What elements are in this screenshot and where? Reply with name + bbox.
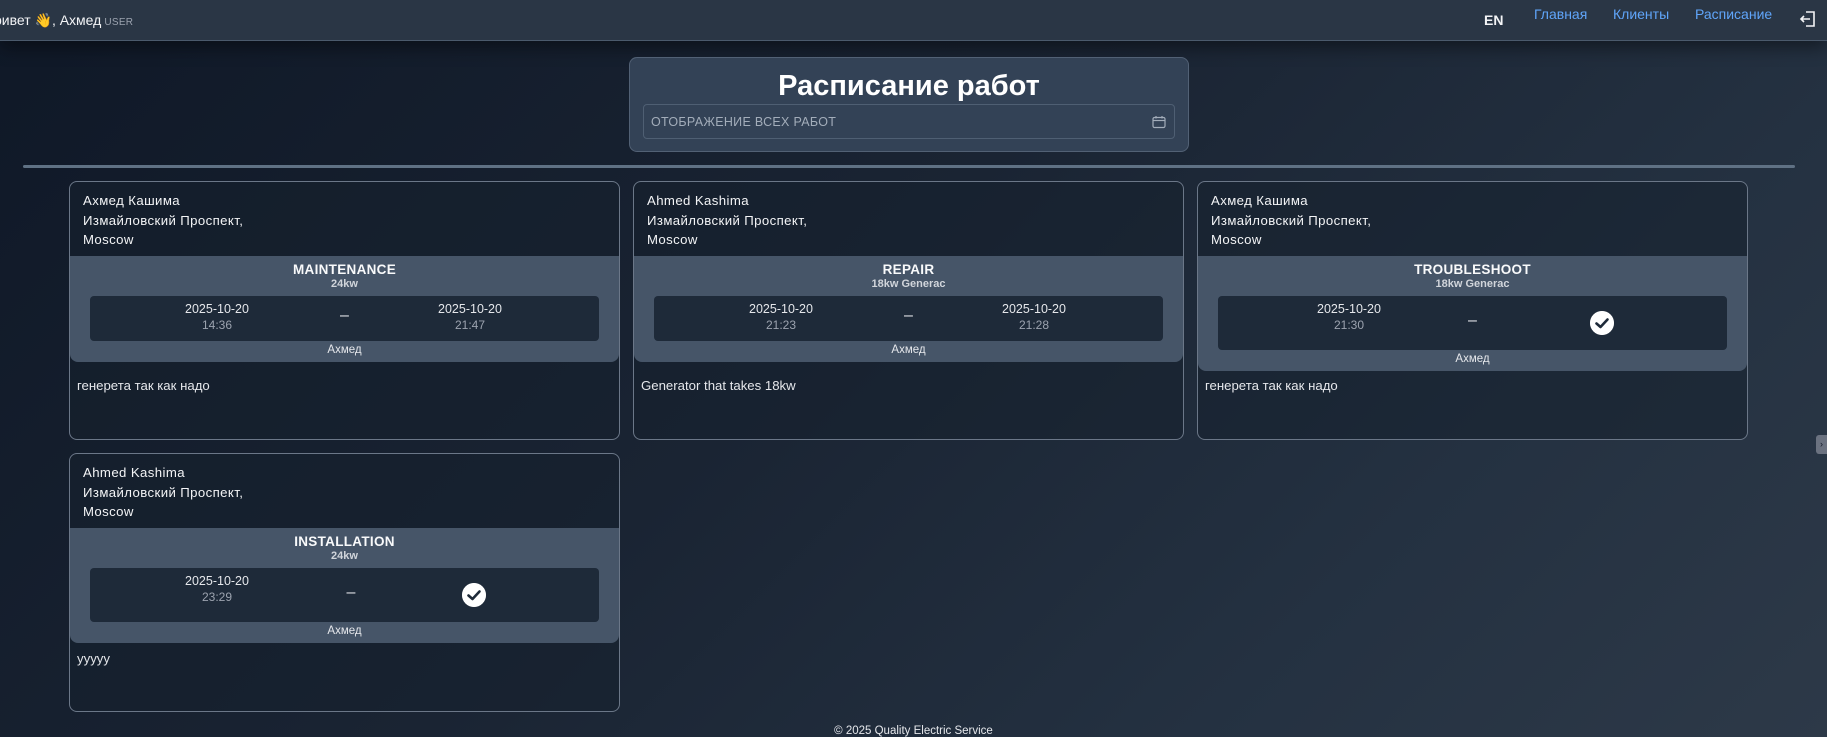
end-time-block: 2025-10-20 21:47	[390, 302, 550, 332]
job-type: INSTALLATION	[294, 534, 395, 549]
client-address: Измайловский Проспект,	[647, 212, 808, 228]
client-name: Ахмед Кашима	[1211, 193, 1309, 208]
top-nav-bar: ривет 👋, Ахмед USER EN Главная Клиенты Ра…	[0, 0, 1827, 41]
client-info: Ахмед Кашима Измайловский Проспект, Mosc…	[83, 191, 243, 250]
client-city: Moscow	[647, 232, 698, 247]
language-switch[interactable]: EN	[1484, 12, 1503, 28]
job-note: генерета так как надо	[77, 378, 210, 393]
client-name: Ahmed Kashima	[83, 465, 185, 480]
start-date: 2025-10-20	[749, 302, 813, 316]
end-time: 21:47	[454, 318, 486, 332]
generator-model: 24kw	[331, 550, 358, 562]
calendar-icon[interactable]	[1152, 115, 1166, 129]
start-time: 23:29	[201, 590, 233, 604]
job-details: INSTALLATION 24kw 2025-10-20 23:29 – Ахм…	[70, 528, 619, 643]
start-time: 21:30	[1333, 318, 1365, 332]
time-range: 2025-10-20 14:36 – 2025-10-20 21:47	[90, 296, 599, 341]
generator-model: 18kw Generac	[1435, 278, 1510, 290]
technician-name: Ахмед	[891, 344, 926, 356]
nav-link-schedule[interactable]: Расписание	[1695, 6, 1772, 22]
technician-name: Ахмед	[1455, 353, 1490, 365]
nav-link-home[interactable]: Главная	[1534, 6, 1587, 22]
user-role-badge: USER	[104, 17, 134, 28]
job-details: MAINTENANCE 24kw 2025-10-20 14:36 – 2025…	[70, 256, 619, 362]
job-card[interactable]: Ahmed Kashima Измайловский Проспект, Mos…	[633, 181, 1184, 440]
client-info: Ahmed Kashima Измайловский Проспект, Mos…	[83, 463, 243, 522]
time-separator: –	[340, 307, 349, 324]
client-address: Измайловский Проспект,	[1211, 212, 1372, 228]
start-time: 21:23	[765, 318, 797, 332]
check-circle-icon	[462, 583, 486, 607]
end-time: 21:28	[1018, 318, 1050, 332]
time-separator: –	[346, 584, 356, 601]
start-time: 14:36	[201, 318, 233, 332]
client-info: Ahmed Kashima Измайловский Проспект, Mos…	[647, 191, 807, 250]
client-name: Ахмед Кашима	[83, 193, 181, 208]
start-time-block: 2025-10-20 23:29	[137, 574, 297, 604]
client-name: Ahmed Kashima	[647, 193, 749, 208]
end-date: 2025-10-20	[1002, 302, 1066, 316]
generator-model: 18kw Generac	[871, 278, 946, 290]
time-range: 2025-10-20 21:23 – 2025-10-20 21:28	[654, 296, 1163, 341]
section-divider	[23, 165, 1795, 168]
job-note: Generator that takes 18kw	[641, 378, 796, 393]
job-details: REPAIR 18kw Generac 2025-10-20 21:23 – 2…	[634, 256, 1183, 362]
job-details: TROUBLESHOOT 18kw Generac 2025-10-20 21:…	[1198, 256, 1747, 371]
user-greeting: ривет 👋, Ахмед USER	[0, 12, 133, 29]
end-date: 2025-10-20	[438, 302, 502, 316]
time-separator: –	[904, 307, 913, 324]
client-city: Moscow	[83, 504, 134, 519]
client-address: Измайловский Проспект,	[83, 212, 244, 228]
footer-copyright: © 2025 Quality Electric Service	[834, 725, 993, 737]
technician-name: Ахмед	[327, 625, 362, 637]
client-info: Ахмед Кашима Измайловский Проспект, Mosc…	[1211, 191, 1371, 250]
page-title: Расписание работ	[778, 70, 1040, 102]
start-time-block: 2025-10-20 21:30	[1269, 302, 1429, 332]
start-time-block: 2025-10-20 21:23	[701, 302, 861, 332]
nav-link-clients[interactable]: Клиенты	[1613, 6, 1669, 22]
time-range: 2025-10-20 21:30 –	[1218, 296, 1727, 350]
job-note: yyyyy	[77, 651, 110, 666]
job-card[interactable]: Ахмед Кашима Измайловский Проспект, Mosc…	[1197, 181, 1748, 440]
start-date: 2025-10-20	[1317, 302, 1381, 316]
client-city: Moscow	[83, 232, 134, 247]
start-date: 2025-10-20	[185, 302, 249, 316]
job-note: генерета так как надо	[1205, 378, 1338, 393]
job-type: REPAIR	[882, 262, 935, 277]
job-type: MAINTENANCE	[292, 262, 397, 277]
schedule-header-card: Расписание работ ОТОБРАЖЕНИЕ ВСЕХ РАБОТ	[629, 57, 1189, 152]
date-filter-input[interactable]: ОТОБРАЖЕНИЕ ВСЕХ РАБОТ	[643, 104, 1175, 139]
technician-name: Ахмед	[327, 344, 362, 356]
side-panel-toggle[interactable]: ›	[1816, 435, 1827, 454]
time-range: 2025-10-20 23:29 –	[90, 568, 599, 622]
greeting-text: ривет 👋, Ахмед	[0, 12, 102, 28]
start-date: 2025-10-20	[185, 574, 249, 588]
logout-icon[interactable]	[1799, 10, 1817, 28]
end-time-block: 2025-10-20 21:28	[954, 302, 1114, 332]
start-time-block: 2025-10-20 14:36	[137, 302, 297, 332]
job-card[interactable]: Ahmed Kashima Измайловский Проспект, Mos…	[69, 453, 620, 712]
generator-model: 24kw	[331, 278, 358, 290]
client-address: Измайловский Проспект,	[83, 484, 244, 500]
job-type: TROUBLESHOOT	[1414, 262, 1531, 277]
job-card[interactable]: Ахмед Кашима Измайловский Проспект, Mosc…	[69, 181, 620, 440]
date-filter-label: ОТОБРАЖЕНИЕ ВСЕХ РАБОТ	[651, 115, 837, 129]
time-separator: –	[1468, 312, 1477, 329]
check-circle-icon	[1590, 311, 1614, 335]
client-city: Moscow	[1211, 232, 1262, 247]
